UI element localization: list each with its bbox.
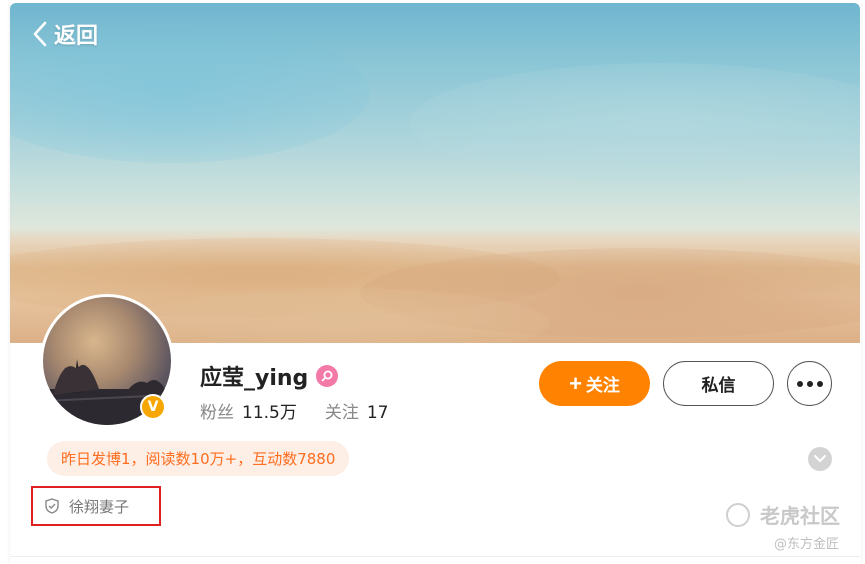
watermark-sub: @东方金匠 — [774, 537, 840, 552]
dot-icon — [816, 380, 823, 387]
following-count[interactable]: 17 — [367, 403, 389, 423]
profile-tag: 徐翔妻子 — [31, 486, 161, 526]
verified-badge-icon: V — [140, 394, 166, 420]
more-options-button[interactable] — [787, 361, 832, 406]
dot-icon — [796, 380, 803, 387]
message-button[interactable]: 私信 — [663, 361, 774, 406]
message-label: 私信 — [701, 376, 736, 395]
watermark-logo-icon — [726, 502, 750, 527]
expand-chevron-button[interactable] — [808, 447, 832, 471]
fans-count[interactable]: 11.5万 — [242, 398, 297, 423]
watermark: 老虎社区 — [726, 500, 840, 529]
name-row: 应莹_ying — [200, 360, 339, 392]
profile-page: 返回 V 应莹_ying 粉丝 11.5万 关注 17 + 关注 私信 昨日发博… — [0, 0, 865, 564]
activity-summary: 昨日发博1，阅读数10万+，互动数7880 — [47, 441, 350, 476]
shield-icon — [45, 498, 59, 514]
stats-row: 粉丝 11.5万 关注 17 — [200, 398, 417, 423]
following-label: 关注 — [324, 403, 359, 423]
watermark-main: 老虎社区 — [760, 504, 840, 528]
chevron-left-icon — [33, 21, 47, 47]
fans-label: 粉丝 — [200, 403, 234, 423]
follow-button[interactable]: + 关注 — [539, 361, 650, 406]
plus-icon: + — [569, 370, 582, 396]
chevron-down-icon — [814, 455, 826, 462]
female-icon — [316, 365, 339, 387]
tag-label: 徐翔妻子 — [69, 497, 130, 516]
back-button[interactable]: 返回 — [32, 18, 98, 50]
divider — [10, 556, 860, 557]
dot-icon — [806, 380, 813, 387]
cover-image — [10, 3, 860, 343]
follow-label: 关注 — [585, 376, 620, 395]
user-name: 应莹_ying — [200, 366, 309, 391]
back-label: 返回 — [54, 24, 99, 49]
